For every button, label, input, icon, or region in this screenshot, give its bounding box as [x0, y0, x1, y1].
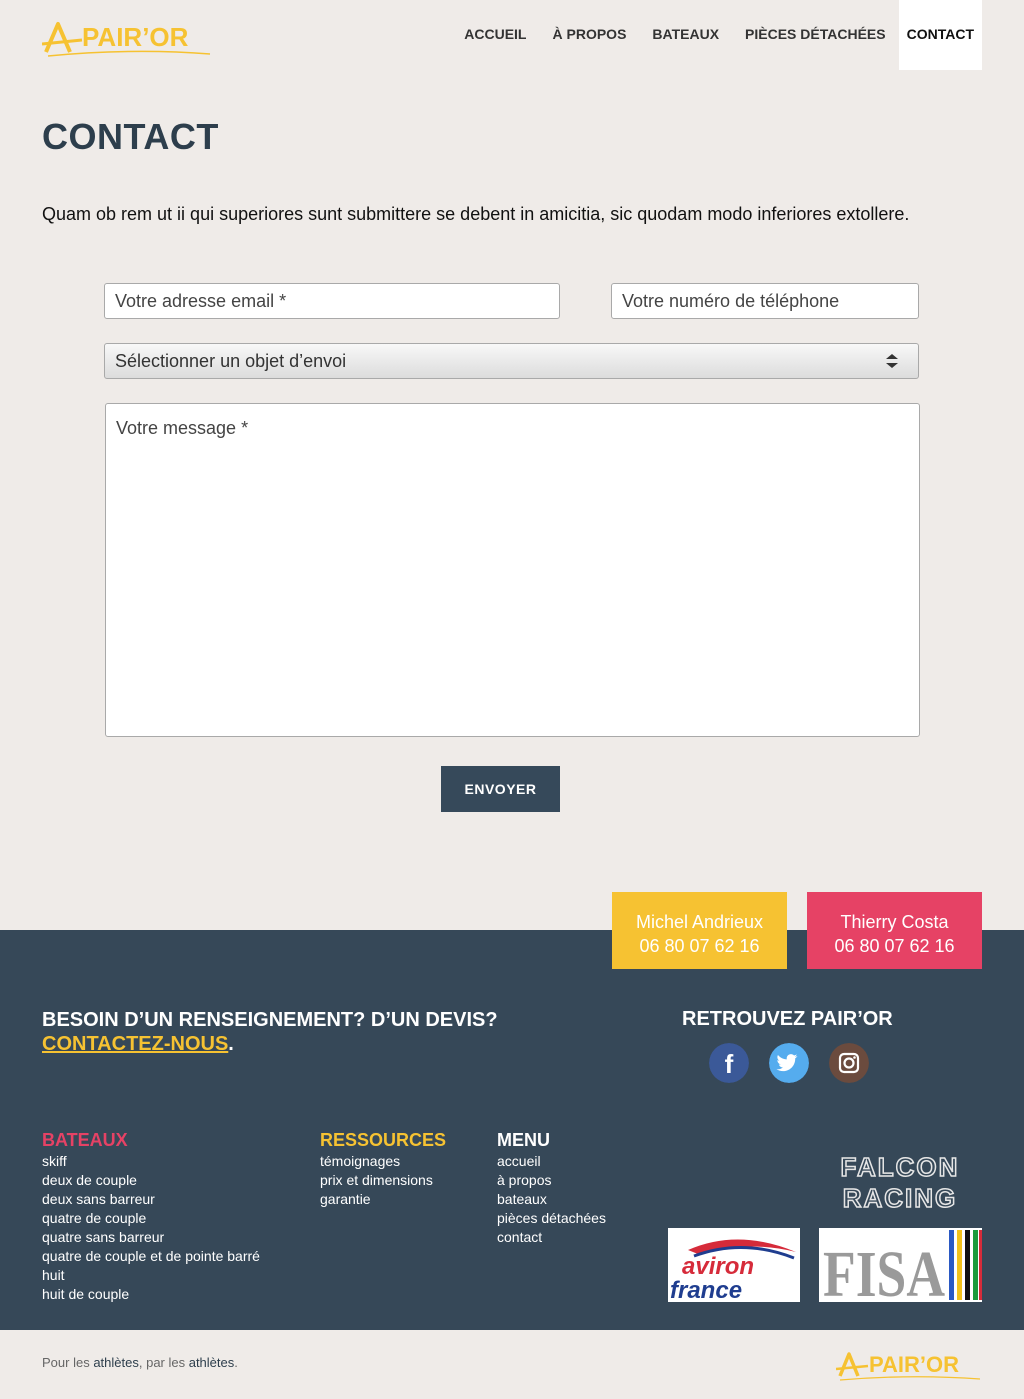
contact-card-thierry[interactable]: Thierry Costa 06 80 07 62 16 [807, 892, 982, 969]
logo[interactable]: PAIR’OR [41, 18, 214, 58]
aviron-word: aviron [682, 1253, 754, 1280]
footer-logo-text: PAIR’OR [869, 1352, 959, 1377]
main-nav: ACCUEIL À PROPOS BATEAUX PIÈCES DÉTACHÉE… [451, 0, 982, 70]
logo-mark-icon: PAIR’OR [41, 22, 211, 57]
subject-select[interactable]: Sélectionner un objet d’envoi [104, 343, 919, 379]
select-arrows-icon [886, 354, 898, 368]
footer-link[interactable]: bateaux [497, 1190, 606, 1209]
instagram-icon[interactable] [829, 1043, 869, 1083]
footer-link[interactable]: à propos [497, 1171, 606, 1190]
intro-text: Quam ob rem ut ii qui superiores sunt su… [42, 204, 910, 224]
contact-phone: 06 80 07 62 16 [834, 936, 955, 956]
twitter-icon[interactable] [769, 1043, 809, 1083]
fisa-text: FISA [823, 1238, 945, 1302]
footer-cta: BESOIN D’UN RENSEIGNEMENT? D’UN DEVIS? C… [42, 1008, 498, 1056]
falcon-racing-logo[interactable]: FALCON RACING [818, 1153, 982, 1209]
footer-link[interactable]: deux de couple [42, 1171, 260, 1190]
footer-col-title-menu: MENU [497, 1130, 550, 1150]
footer-logo[interactable]: PAIR’OR [836, 1348, 982, 1382]
footer-link[interactable]: huit [42, 1266, 260, 1285]
footer-link[interactable]: skiff [42, 1152, 260, 1171]
tagline-emphasis: athlètes [188, 1355, 235, 1370]
footer-col-title-bateaux: BATEAUX [42, 1130, 128, 1150]
nav-item-bateaux[interactable]: BATEAUX [639, 0, 732, 70]
contact-name: Michel Andrieux [635, 912, 764, 932]
page-title: CONTACT [42, 116, 219, 157]
footer-link[interactable]: quatre de couple et de pointe barré [42, 1247, 260, 1266]
footer-link[interactable]: quatre de couple [42, 1209, 260, 1228]
footer-link[interactable]: contact [497, 1228, 606, 1247]
footer-link[interactable]: prix et dimensions [320, 1171, 433, 1190]
footer-list-bateaux: skiff deux de couple deux sans barreur q… [42, 1152, 260, 1304]
footer-link[interactable]: accueil [497, 1152, 606, 1171]
tagline-text: Pour les [42, 1355, 94, 1370]
falcon-line1: FALCON [841, 1153, 960, 1182]
tagline-text: . [234, 1355, 238, 1370]
footer-link[interactable]: pièces détachées [497, 1209, 606, 1228]
nav-item-pieces-detachees[interactable]: PIÈCES DÉTACHÉES [732, 0, 899, 70]
france-word: france [670, 1277, 742, 1302]
tagline-text: , par les [138, 1355, 189, 1370]
footer-link[interactable]: huit de couple [42, 1285, 260, 1304]
nav-item-contact[interactable]: CONTACT [898, 0, 982, 70]
phone-field[interactable] [611, 283, 919, 319]
footer-link[interactable]: témoignages [320, 1152, 433, 1171]
footer-link[interactable]: deux sans barreur [42, 1190, 260, 1209]
footer-tagline: Pour les athlètes, par les athlètes. [42, 1355, 238, 1370]
footer-col-title-ressources: RESSOURCES [320, 1130, 447, 1150]
contact-us-link[interactable]: CONTACTEZ-NOUS [42, 1033, 228, 1055]
logo-text: PAIR’OR [82, 22, 189, 52]
footer-list-ressources: témoignages prix et dimensions garantie [320, 1152, 433, 1209]
subject-select-value: Sélectionner un objet d’envoi [115, 351, 347, 371]
facebook-glyph: f [725, 1049, 734, 1079]
cta-suffix: . [228, 1033, 234, 1055]
contact-name: Thierry Costa [840, 912, 949, 932]
facebook-icon[interactable]: f [709, 1043, 749, 1083]
nav-item-accueil[interactable]: ACCUEIL [451, 0, 539, 70]
message-field[interactable] [105, 403, 920, 737]
social-title: RETROUVEZ PAIR’OR [682, 1008, 893, 1030]
footer-link[interactable]: garantie [320, 1190, 433, 1209]
fisa-logo[interactable]: FISA [819, 1228, 982, 1302]
cta-question: BESOIN D’UN RENSEIGNEMENT? D’UN DEVIS? [42, 1009, 498, 1031]
falcon-line2: RACING [843, 1183, 958, 1209]
contact-card-michel[interactable]: Michel Andrieux 06 80 07 62 16 [612, 892, 787, 969]
footer-list-menu: accueil à propos bateaux pièces détachée… [497, 1152, 606, 1247]
email-field[interactable] [104, 283, 560, 319]
tagline-emphasis: athlètes [93, 1355, 139, 1370]
nav-item-a-propos[interactable]: À PROPOS [540, 0, 640, 70]
aviron-france-logo[interactable]: aviron france [668, 1228, 800, 1302]
footer-link[interactable]: quatre sans barreur [42, 1228, 260, 1247]
contact-phone: 06 80 07 62 16 [639, 936, 760, 956]
submit-button[interactable]: ENVOYER [441, 766, 560, 812]
